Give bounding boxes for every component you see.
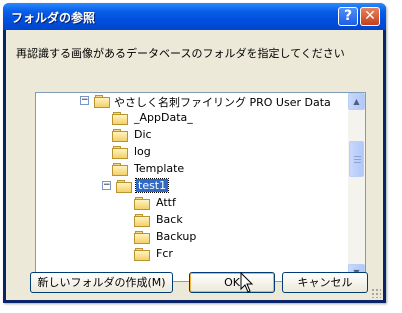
tree-item-label: log [134,145,151,158]
cancel-button[interactable]: キャンセル [282,272,368,293]
folder-icon [134,231,150,244]
folder-icon [112,146,128,159]
window-title: フォルダの参照 [11,11,96,25]
tree-item-label: Template [134,162,185,175]
close-button[interactable]: ✕ [360,7,380,26]
tree-item-label: Dic [134,128,152,141]
browse-folder-dialog: フォルダの参照 ? ✕ 再認識する画像があるデータベースのフォルダを指定してくだ… [3,3,386,303]
tree-item-label: Attf [156,196,176,209]
tree-item-label: Backup [156,230,197,243]
tree-item-label: やさしく名刺ファイリング PRO User Data [114,96,331,109]
folder-icon [134,214,150,227]
tree-item-label: Back [156,213,183,226]
folder-icon [112,163,128,176]
folder-icon [134,197,150,210]
title-bar[interactable]: フォルダの参照 ? ✕ [3,3,386,30]
mouse-cursor-icon [240,272,254,293]
tree-item-label: _AppData_ [134,111,193,124]
tree-item-label: Fcr [156,247,173,260]
collapse-icon[interactable]: − [80,96,89,105]
vertical-scrollbar[interactable]: ▲ ▼ [348,93,365,281]
ok-button[interactable]: OK [189,272,275,293]
instruction-text: 再認識する画像があるデータベースのフォルダを指定してください [16,47,345,60]
dialog-client-area: 再認識する画像があるデータベースのフォルダを指定してください − やさしく名刺フ… [6,30,383,300]
collapse-icon[interactable]: − [102,181,111,190]
new-folder-button[interactable]: 新しいフォルダの作成(M) [30,272,173,293]
resize-grip[interactable] [371,288,381,298]
folder-tree[interactable]: − やさしく名刺ファイリング PRO User Data _AppData_ D… [35,92,366,282]
scrollbar-thumb[interactable] [349,141,364,177]
help-button[interactable]: ? [338,7,358,26]
folder-icon [134,248,150,261]
open-folder-icon [116,180,132,193]
folder-icon [112,129,128,142]
folder-icon [94,95,110,108]
tree-item-label-selected: test1 [134,178,170,193]
folder-icon [112,112,128,125]
scroll-up-button[interactable]: ▲ [348,93,365,110]
